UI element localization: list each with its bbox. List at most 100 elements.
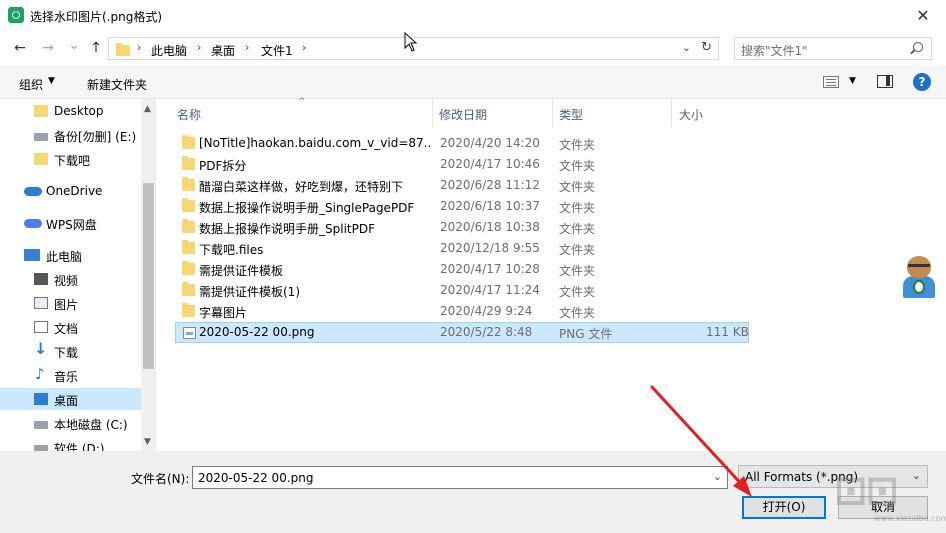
file-type: 文件夹 [559, 285, 596, 299]
view-options-icon[interactable] [823, 76, 839, 88]
column-divider[interactable] [552, 99, 553, 127]
scroll-up-icon[interactable]: ▲ [144, 104, 151, 114]
caret-down-icon[interactable]: ▼ [849, 76, 856, 86]
column-divider[interactable] [432, 99, 433, 127]
file-modified: 2020/4/17 10:28 [440, 262, 540, 276]
breadcrumb-separator[interactable]: › [137, 41, 141, 54]
sidebar-item-pictures[interactable]: 图片 [0, 292, 141, 314]
column-header-name[interactable]: 名称 [177, 99, 201, 127]
recent-locations-icon[interactable]: ⌄ [66, 37, 82, 53]
file-row[interactable]: 数据上报操作说明手册_SinglePagePDF 2020/6/18 10:37… [175, 196, 749, 217]
folder-icon [34, 105, 48, 117]
open-button[interactable]: 打开(O) [742, 496, 826, 519]
documents-icon [34, 321, 48, 333]
sidebar-item-label: 软件 (D:) [54, 442, 105, 451]
navigation-pane[interactable]: Desktop 备份[勿删] (E:) 下载吧 OneDrive WPS网盘 此… [0, 99, 156, 451]
sidebar-item-backup-drive[interactable]: 备份[勿删] (E:) [0, 124, 141, 146]
search-icon[interactable] [913, 42, 923, 52]
sidebar-item-documents[interactable]: 文档 [0, 316, 141, 338]
file-name: 数据上报操作说明手册_SplitPDF [199, 222, 375, 236]
sidebar-item-xiazaiba[interactable]: 下载吧 [0, 148, 141, 170]
close-button[interactable]: ✕ [900, 0, 946, 31]
cloud-icon [24, 187, 42, 196]
breadcrumb-folder[interactable]: 文件1 [261, 42, 293, 59]
music-icon [34, 365, 48, 383]
avatar-glasses [908, 264, 930, 270]
sidebar-item-downloads[interactable]: 下载 [0, 339, 141, 362]
breadcrumb-this-pc[interactable]: 此电脑 [151, 42, 187, 59]
help-icon[interactable]: ? [913, 73, 931, 91]
chevron-down-icon[interactable]: ⌄ [682, 41, 691, 54]
sidebar-item-label: Desktop [54, 104, 104, 118]
file-row[interactable]: 数据上报操作说明手册_SplitPDF 2020/6/18 10:38 文件夹 [175, 217, 749, 238]
file-row-selected[interactable]: 2020-05-22 00.png 2020/5/22 8:48 PNG 文件 … [175, 322, 749, 343]
column-header-modified[interactable]: 修改日期 [439, 99, 487, 127]
window-title: 选择水印图片(.png格式) [30, 10, 163, 24]
sidebar-item-label: OneDrive [46, 184, 103, 198]
file-modified: 2020/5/22 8:48 [440, 325, 533, 339]
folder-icon [182, 177, 195, 191]
sidebar-item-label: 视频 [54, 274, 79, 288]
sidebar-item-label: WPS网盘 [46, 218, 97, 232]
sidebar-item-local-disk-c[interactable]: 本地磁盘 (C:) [0, 412, 141, 434]
floating-assistant-avatar[interactable] [899, 256, 939, 298]
cloud-icon [24, 219, 42, 228]
file-name: 字幕图片 [199, 306, 248, 320]
file-type: 文件夹 [559, 243, 596, 257]
file-row[interactable]: 下载吧.files 2020/12/18 9:55 文件夹 [175, 238, 749, 259]
up-arrow-icon[interactable]: ↑ [88, 40, 104, 56]
address-bar[interactable]: › 此电脑 › 桌面 › 文件1 › ⌄ ↻ [108, 37, 719, 60]
search-input[interactable]: 搜索"文件1" [734, 37, 932, 60]
file-row[interactable]: 醋溜白菜这样做，好吃到爆，还特别下 2020/6/28 11:12 文件夹 [175, 175, 749, 196]
file-row[interactable]: [NoTitle]haokan.baidu.com_v_vid=87... 20… [175, 133, 749, 154]
watermark-logo: ⊡⊡ [834, 468, 899, 514]
column-header-type[interactable]: 类型 [559, 99, 583, 127]
organize-button[interactable]: 组织 [19, 76, 43, 93]
file-type: 文件夹 [559, 306, 596, 320]
sidebar-item-music[interactable]: 音乐 [0, 364, 141, 386]
forward-arrow-icon[interactable]: → [40, 40, 56, 56]
file-row[interactable]: PDF拆分 2020/4/17 10:46 文件夹 [175, 154, 749, 175]
back-arrow-icon[interactable]: ← [12, 40, 28, 56]
sidebar-item-label: 本地磁盘 (C:) [54, 418, 128, 432]
preview-pane-icon[interactable] [877, 75, 893, 88]
filename-input[interactable]: 2020-05-22 00.png ⌄ [192, 466, 728, 489]
file-type: 文件夹 [559, 138, 596, 152]
chevron-down-icon[interactable]: ⌄ [713, 470, 722, 483]
watermark-url: www.xiazaiba.com [874, 514, 946, 523]
sidebar-item-software-d[interactable]: 软件 (D:) [0, 436, 141, 451]
drive-icon [34, 133, 48, 141]
file-type: 文件夹 [559, 201, 596, 215]
breadcrumb-separator[interactable]: › [302, 41, 306, 54]
sidebar-scroll-thumb[interactable] [143, 183, 154, 369]
sidebar-item-videos[interactable]: 视频 [0, 268, 141, 290]
new-folder-button[interactable]: 新建文件夹 [87, 76, 147, 93]
column-header-size[interactable]: 大小 [679, 99, 703, 127]
file-row[interactable]: 字幕图片 2020/4/29 9:24 文件夹 [175, 301, 749, 322]
file-modified: 2020/4/20 14:20 [440, 136, 540, 150]
column-divider[interactable] [671, 99, 672, 127]
file-list[interactable]: ^ 名称 修改日期 类型 大小 [NoTitle]haokan.baidu.co… [157, 97, 946, 451]
folder-icon [182, 303, 195, 317]
sidebar-item-label: 下载 [54, 346, 79, 360]
breadcrumb-separator[interactable]: › [245, 41, 249, 54]
sidebar-item-desktop[interactable]: 桌面 [0, 388, 141, 410]
drive-icon [34, 421, 48, 429]
folder-icon [182, 135, 195, 149]
file-name: 2020-05-22 00.png [199, 325, 315, 339]
file-row[interactable]: 需提供证件模板(1) 2020/4/17 11:24 文件夹 [175, 280, 749, 301]
sidebar-item-wps-drive[interactable]: WPS网盘 [0, 212, 141, 234]
sidebar-item-desktop-folder[interactable]: Desktop [0, 100, 141, 122]
breadcrumb-separator[interactable]: › [197, 41, 201, 54]
sidebar-item-this-pc[interactable]: 此电脑 [0, 244, 141, 266]
sidebar-item-onedrive[interactable]: OneDrive [0, 180, 141, 202]
folder-icon [182, 198, 195, 212]
sort-caret-icon: ^ [298, 97, 306, 107]
desktop-icon [34, 393, 48, 405]
breadcrumb-desktop[interactable]: 桌面 [211, 42, 235, 59]
file-row[interactable]: 需提供证件模板 2020/4/17 10:28 文件夹 [175, 259, 749, 280]
scroll-down-icon[interactable]: ▼ [144, 437, 151, 447]
caret-down-icon[interactable]: ▼ [48, 76, 55, 86]
file-modified: 2020/4/17 10:46 [440, 157, 540, 171]
refresh-icon[interactable]: ↻ [701, 40, 712, 55]
